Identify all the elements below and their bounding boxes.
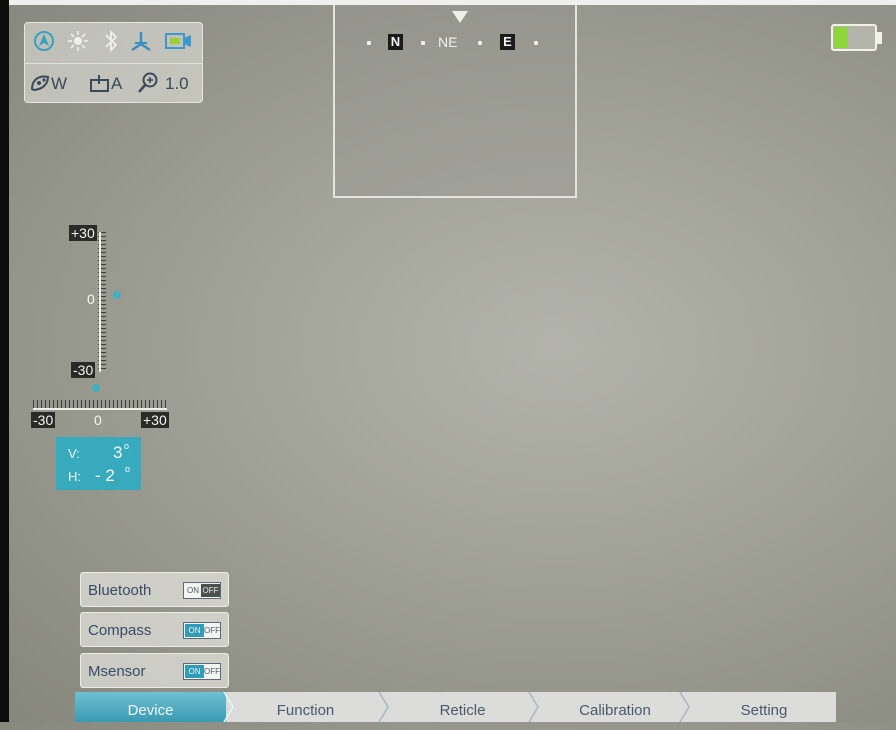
- bluetooth-switch-on-text: ON: [187, 586, 199, 595]
- tab-reticle[interactable]: Reticle: [390, 692, 535, 722]
- tab-device[interactable]: Device: [75, 692, 226, 722]
- horizontal-tilt-label: H:: [68, 469, 81, 484]
- white-balance-value: W: [51, 74, 68, 93]
- vertical-max-label: +30: [69, 225, 97, 241]
- vertical-tilt-value: 3: [113, 443, 123, 462]
- msensor-switch-off-text: OFF: [204, 667, 220, 676]
- tab-function[interactable]: Function: [233, 692, 378, 722]
- compass-tick: [534, 41, 538, 45]
- zoom-icon: [138, 72, 158, 93]
- vertical-tilt-unit: o: [124, 441, 130, 451]
- compass-label: Compass: [88, 622, 152, 639]
- compass-switch-on-text: ON: [185, 624, 204, 637]
- brightness-icon: [68, 31, 88, 51]
- battery-level: [834, 27, 848, 48]
- horizontal-axis: [33, 408, 167, 410]
- recording-icon: [165, 33, 191, 49]
- left-edge: [0, 0, 9, 722]
- compass-tick: [478, 41, 482, 45]
- compass-icon: [131, 32, 151, 52]
- horizontal-max-label: +30: [141, 412, 169, 428]
- compass-toggle-row[interactable]: Compass ON OFF: [80, 612, 229, 647]
- tab-setting[interactable]: Setting: [692, 692, 836, 722]
- navigation-icon: [34, 31, 54, 51]
- msensor-toggle-row[interactable]: Msensor ON OFF: [80, 653, 229, 688]
- msensor-switch-on-text: ON: [185, 665, 204, 678]
- bluetooth-label: Bluetooth: [88, 582, 152, 599]
- vertical-min-label: -30: [71, 362, 96, 378]
- zoom-value: 1.0: [165, 74, 189, 93]
- tab-calibration[interactable]: Calibration: [540, 692, 690, 722]
- horizontal-tilt-marker: [91, 384, 100, 392]
- bluetooth-icon: [105, 29, 118, 53]
- compass-window: N NE E: [333, 5, 577, 198]
- status-separator: [25, 63, 202, 64]
- chevron-right-icon: [679, 692, 690, 722]
- horizontal-tilt-unit: o: [125, 464, 131, 474]
- vertical-axis: [99, 232, 101, 372]
- horizontal-min-label: -30: [31, 412, 56, 428]
- compass-switch[interactable]: ON OFF: [183, 622, 221, 639]
- bluetooth-toggle-row[interactable]: Bluetooth ON OFF: [80, 572, 229, 607]
- horizontal-zero-label: 0: [94, 412, 102, 428]
- compass-pointer-icon: [452, 11, 468, 23]
- chevron-right-icon: [378, 692, 389, 722]
- compass-switch-off-text: OFF: [204, 626, 220, 635]
- vertical-zero-label: 0: [87, 291, 95, 307]
- battery-icon: [831, 24, 877, 51]
- bluetooth-switch[interactable]: ON OFF: [183, 582, 221, 599]
- battery-tip: [877, 32, 882, 44]
- compass-tick: [367, 41, 371, 45]
- bottom-menu: Device Function Reticle Calibration Sett…: [75, 692, 836, 722]
- compass-heading-right: E: [500, 34, 515, 50]
- shutter-icon: [90, 75, 109, 92]
- horizontal-tilt-value: - 2: [95, 466, 115, 485]
- chevron-right-icon: [528, 692, 539, 722]
- vertical-tilt-marker: [113, 291, 121, 299]
- vertical-tilt-label: V:: [68, 446, 80, 461]
- shutter-mode-value: A: [111, 74, 123, 93]
- white-balance-icon: [30, 75, 50, 92]
- msensor-label: Msensor: [88, 663, 146, 680]
- msensor-switch[interactable]: ON OFF: [183, 663, 221, 680]
- bluetooth-switch-off-text: OFF: [201, 584, 220, 597]
- compass-heading-left: N: [388, 34, 403, 50]
- status-panel: W A 1.0: [24, 22, 203, 103]
- tilt-readout: V: 3 o H: - 2 o: [56, 437, 141, 490]
- compass-heading-center: NE: [438, 34, 458, 50]
- compass-tick: [421, 41, 425, 45]
